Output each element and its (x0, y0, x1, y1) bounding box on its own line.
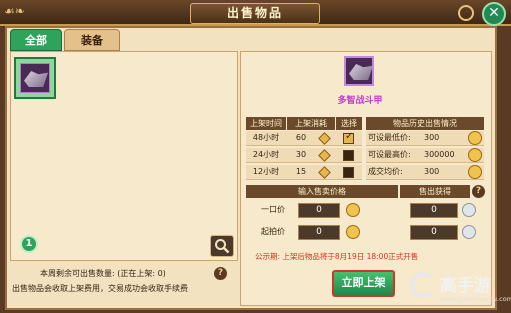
item-thumbnail (20, 63, 50, 93)
watermark-logo-icon (410, 272, 436, 298)
watermark-text: 高手游 (440, 276, 491, 296)
duration-cell: 48小时 (252, 133, 280, 142)
gold-coin-icon (468, 131, 482, 145)
history-label: 可设最低价: (368, 133, 411, 142)
gold-coin-icon (468, 148, 482, 162)
gold-coin-icon (346, 225, 360, 239)
help-icon[interactable]: ? (472, 185, 485, 198)
cost-cell: 15 (295, 167, 307, 176)
silver-coin-icon (462, 225, 476, 239)
select-checkbox[interactable] (343, 131, 354, 144)
gold-coin-icon (346, 203, 360, 217)
col-header-cost: 上架消耗 (287, 117, 335, 130)
announcement-text: 公示期: 上架后物品将于8月19日 18:00正式开售 (255, 252, 419, 261)
history-value: 300 (424, 167, 440, 176)
starting-bid-input[interactable]: 0 (298, 225, 340, 240)
weekly-limit-text: 本周剩余可出售数量: (正在上架: 0) (40, 269, 166, 278)
item-name: 多智战斗甲 (337, 96, 383, 106)
history-value: 300 (424, 133, 440, 142)
history-header: 物品历史出售情况 (366, 117, 484, 130)
search-button[interactable] (210, 235, 234, 257)
watermark-url: www.gaoshouyou.com (440, 295, 511, 303)
window-title: 出售物品 (190, 3, 320, 24)
duration-cell: 24小时 (252, 150, 280, 159)
buyout-proceeds-value: 0 (410, 203, 458, 218)
buyout-label: 一口价 (261, 205, 285, 214)
history-label: 可设最高价: (368, 150, 411, 159)
search-icon (215, 239, 230, 254)
select-checkbox[interactable] (343, 150, 354, 161)
page-number-badge[interactable]: 1 (20, 235, 38, 253)
buyout-price-input[interactable]: 0 (298, 203, 340, 218)
history-value: 300000 (424, 150, 455, 159)
watermark: 高手游 www.gaoshouyou.com (410, 270, 511, 310)
fee-notice-text: 出售物品会收取上架费用，交易成功会收取手续费 (12, 284, 188, 293)
list-now-button[interactable]: 立即上架 (332, 270, 395, 297)
tab-equipment[interactable]: 装备 (64, 29, 120, 51)
col-header-select: 选择 (336, 117, 362, 130)
gold-coin-icon (468, 165, 482, 179)
ornament-ring-icon (458, 5, 474, 21)
price-input-header: 输入售卖价格 (246, 185, 398, 198)
history-label: 成交均价: (368, 167, 403, 176)
title-bar: ☙❧ 出售物品 (0, 0, 511, 26)
selected-item-icon (344, 56, 374, 86)
sale-proceeds-header: 售出获得 (400, 185, 470, 198)
duration-cell: 12小时 (252, 167, 280, 176)
starting-bid-proceeds-value: 0 (410, 225, 458, 240)
ornament-icon: ☙❧ (4, 4, 25, 18)
close-button[interactable]: ✕ (482, 2, 506, 26)
inventory-slot[interactable] (14, 57, 56, 99)
starting-bid-label: 起拍价 (261, 227, 285, 236)
tab-all[interactable]: 全部 (10, 29, 62, 51)
cost-cell: 60 (295, 133, 307, 142)
select-checkbox[interactable] (343, 167, 354, 178)
cost-cell: 30 (295, 150, 307, 159)
help-icon[interactable]: ? (214, 267, 227, 280)
helmet-icon (24, 71, 48, 87)
col-header-time: 上架时间 (246, 117, 286, 130)
helmet-icon (349, 64, 373, 80)
silver-coin-icon (462, 203, 476, 217)
